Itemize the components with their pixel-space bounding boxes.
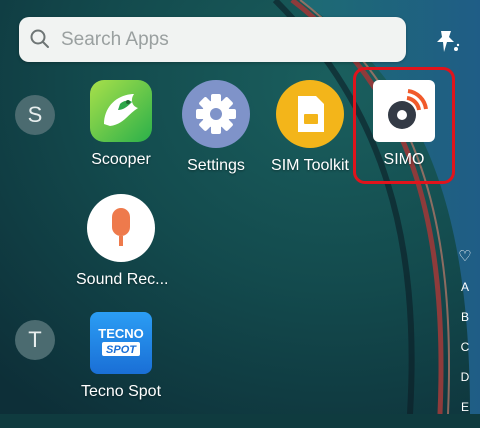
selection-highlight [353,67,455,184]
app-label: Sound Rec... [76,271,169,288]
gear-icon [182,80,250,148]
wallpaper [0,0,480,414]
index-letter-b[interactable]: B [452,308,478,338]
index-letter-e[interactable]: E [452,398,478,428]
index-letter-a[interactable]: A [452,278,478,308]
app-tecno-spot[interactable]: TECNO SPOT Tecno Spot [76,312,166,401]
alphabet-index[interactable]: ♡ A B C D E [452,248,478,428]
index-letter-c[interactable]: C [452,338,478,368]
app-label: SIM Toolkit [271,157,349,174]
app-label: Settings [187,157,245,174]
app-sound-recorder[interactable]: Sound Rec... [76,194,169,289]
section-letter-s: S [15,95,55,135]
index-favorites[interactable]: ♡ [452,248,478,278]
app-label: Scooper [91,151,151,168]
svg-text:SPOT: SPOT [106,344,137,356]
index-letter-d[interactable]: D [452,368,478,398]
tecno-spot-icon: TECNO SPOT [90,312,152,374]
search-placeholder: Search Apps [61,29,169,50]
app-scooper[interactable]: Scooper [76,80,166,169]
app-sim-toolkit[interactable]: SIM Toolkit [265,80,355,175]
search-bar[interactable]: Search Apps [19,17,406,62]
sim-card-icon [276,80,344,148]
svg-text:TECNO: TECNO [98,326,144,341]
app-label: Tecno Spot [80,383,162,400]
scooper-bird-icon [90,80,152,142]
app-settings[interactable]: Settings [171,80,261,175]
search-icon [30,29,49,48]
section-letter-t: T [15,320,55,360]
pin-sparkle-icon[interactable] [433,27,461,55]
microphone-icon [87,194,155,262]
